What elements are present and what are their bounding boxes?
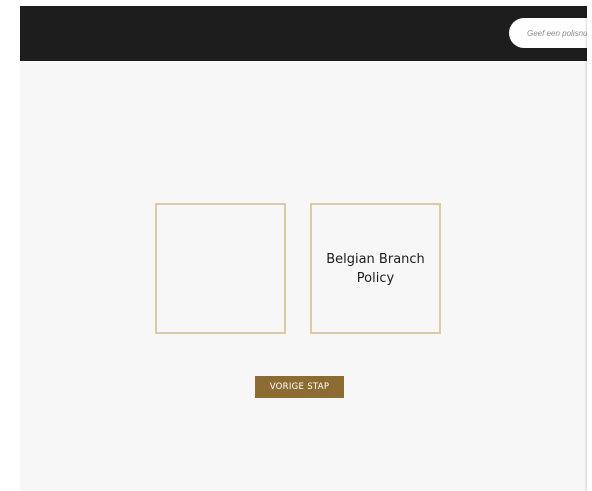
policy-search-input[interactable]	[527, 28, 587, 38]
option-card-empty[interactable]	[155, 203, 286, 334]
scrollbar-edge	[587, 6, 592, 491]
app-viewport: Belgian Branch Policy VORIGE STAP	[20, 6, 587, 491]
previous-step-button[interactable]: VORIGE STAP	[255, 376, 344, 398]
top-navigation-bar	[20, 6, 587, 61]
option-card-label: Belgian Branch Policy	[326, 251, 425, 286]
option-card-belgian-branch-policy[interactable]: Belgian Branch Policy	[310, 203, 441, 334]
policy-search-box[interactable]	[509, 18, 587, 48]
